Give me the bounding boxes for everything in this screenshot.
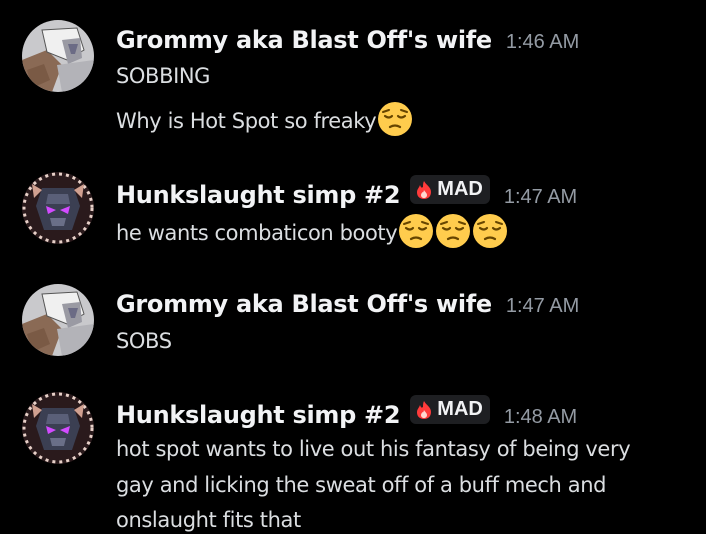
avatar[interactable] — [22, 20, 94, 92]
pensive-face-emoji[interactable] — [398, 213, 434, 249]
avatar[interactable] — [22, 284, 94, 356]
message-text: he wants combaticon booty — [116, 221, 398, 245]
timestamp[interactable]: 1:48 AM — [504, 406, 577, 429]
username[interactable]: Grommy aka Blast Off's wife — [116, 290, 492, 318]
username[interactable]: Grommy aka Blast Off's wife — [116, 26, 492, 54]
role-tag[interactable]: MAD — [410, 395, 490, 424]
role-tag[interactable]: MAD — [410, 175, 490, 204]
role-tag-label: MAD — [437, 398, 483, 420]
flame-icon — [417, 400, 432, 419]
message-text: SOBBING — [116, 64, 211, 88]
flame-icon — [417, 180, 432, 199]
message-text: Why is Hot Spot so freaky — [116, 109, 377, 133]
message-header: Hunkslaught simp #2 MAD 1:48 AM — [116, 395, 577, 429]
pensive-face-emoji[interactable] — [435, 213, 471, 249]
message-text: onslaught fits that — [116, 508, 301, 532]
message-text: hot spot wants to live out his fantasy o… — [116, 437, 631, 461]
avatar[interactable] — [22, 392, 94, 464]
message-text: SOBS — [116, 329, 172, 353]
pensive-face-emoji[interactable] — [472, 213, 508, 249]
message-header: Hunkslaught simp #2 MAD 1:47 AM — [116, 175, 577, 209]
role-tag-label: MAD — [437, 178, 483, 200]
message-text: gay and licking the sweat off of a buff … — [116, 473, 607, 497]
username[interactable]: Hunkslaught simp #2 — [116, 181, 401, 209]
username[interactable]: Hunkslaught simp #2 — [116, 401, 401, 429]
timestamp[interactable]: 1:46 AM — [506, 31, 579, 54]
timestamp[interactable]: 1:47 AM — [506, 295, 579, 318]
pensive-face-emoji[interactable] — [377, 101, 413, 137]
timestamp[interactable]: 1:47 AM — [504, 186, 577, 209]
avatar[interactable] — [22, 172, 94, 244]
message-line: Why is Hot Spot so freaky — [116, 101, 413, 140]
message-header: Grommy aka Blast Off's wife 1:47 AM — [116, 290, 579, 318]
message-line: he wants combaticon booty — [116, 213, 508, 252]
message-header: Grommy aka Blast Off's wife 1:46 AM — [116, 26, 579, 54]
